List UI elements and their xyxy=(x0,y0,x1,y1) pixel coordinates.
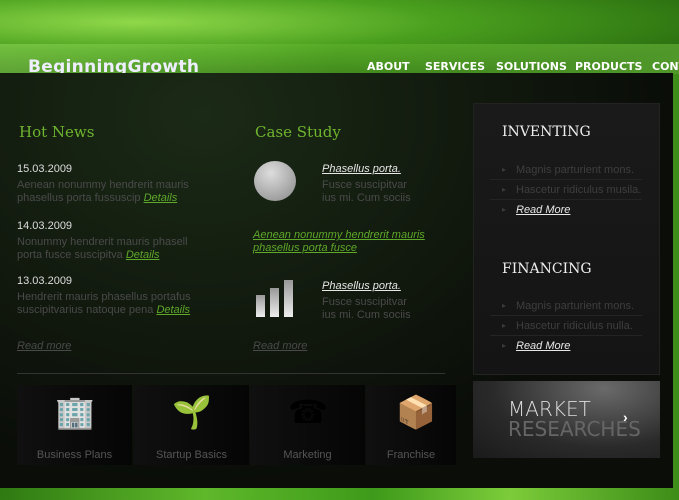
hot-news-title: Hot News xyxy=(19,123,95,141)
banner-line2: RESEARCHES xyxy=(508,417,641,441)
speech-bubble-icon xyxy=(254,161,296,201)
logo[interactable]: BeginningGrowth xyxy=(28,57,199,73)
case-study-read-more[interactable]: Read more xyxy=(253,340,307,353)
case-study-title: Case Study xyxy=(255,123,341,141)
tile-franchise[interactable]: 📦 Franchise xyxy=(366,385,456,465)
news-text: Nonummy hendrerit mauris phasell porta fu… xyxy=(17,236,188,261)
news-text: Aenean nonummy hendrerit mauris phasellus… xyxy=(17,179,189,204)
financing-title: FINANCING xyxy=(502,261,592,277)
list-item: Read More xyxy=(490,200,642,220)
list-item[interactable]: Hascetur ridiculus musila. xyxy=(490,180,642,200)
details-link[interactable]: Details xyxy=(156,304,190,316)
skyscraper-icon: 🏢 xyxy=(55,394,95,430)
divider xyxy=(17,373,445,374)
nav-contacts[interactable]: CONTACTS xyxy=(652,60,679,73)
case-link[interactable]: Phasellus porta. xyxy=(322,280,401,292)
nav-solutions[interactable]: SOLUTIONS xyxy=(496,60,567,73)
news-text: Hendrerit mauris phasellus portafus susci… xyxy=(17,291,191,316)
case-text: Fusce suscipitvar ius mi. Cum sociis xyxy=(322,296,411,321)
bar-chart-icon xyxy=(256,277,296,327)
sidebar-panel: INVENTING Magnis parturient mons. Hascet… xyxy=(473,103,660,375)
nav-products[interactable]: PRODUCTS xyxy=(575,60,642,73)
crate-icon: 📦 xyxy=(396,394,436,430)
footer-banner xyxy=(0,488,679,500)
tile-business-plans[interactable]: 🏢 Business Plans xyxy=(17,385,132,465)
banner-line1: MARKET xyxy=(508,397,591,421)
details-link[interactable]: Details xyxy=(144,192,178,204)
list-item[interactable]: Magnis parturient mons. xyxy=(490,160,642,180)
list-item[interactable]: Hascetur ridiculus nulla. xyxy=(490,316,642,336)
case-link[interactable]: Phasellus porta. xyxy=(322,163,401,175)
market-researches-banner[interactable]: MARKET RESEARCHES › xyxy=(473,381,660,458)
details-link[interactable]: Details xyxy=(126,249,160,261)
telephone-icon: ☎ xyxy=(288,394,328,430)
news-date: 13.03.2009 xyxy=(17,275,73,287)
list-item[interactable]: Magnis parturient mons. xyxy=(490,296,642,316)
sprout-icon: 🌱 xyxy=(172,394,212,430)
chevron-right-icon: › xyxy=(623,409,628,425)
read-more-link[interactable]: Read More xyxy=(516,340,570,352)
case-study-link: Aenean nonummy hendrerit mauris phasellus… xyxy=(253,229,425,254)
news-date: 15.03.2009 xyxy=(17,163,73,175)
hot-news-read-more[interactable]: Read more xyxy=(17,340,71,353)
nav-about[interactable]: ABOUT xyxy=(367,60,410,73)
inventing-title: INVENTING xyxy=(502,124,591,140)
tile-startup-basics[interactable]: 🌱 Startup Basics xyxy=(134,385,249,465)
tile-marketing[interactable]: ☎ Marketing xyxy=(250,385,365,465)
nav-services[interactable]: SERVICES xyxy=(425,60,485,73)
read-more-link[interactable]: Read More xyxy=(516,204,570,216)
list-item: Read More xyxy=(490,336,642,356)
news-date: 14.03.2009 xyxy=(17,220,73,232)
case-text: Fusce suscipitvar ius mi. Cum sociis xyxy=(322,179,411,204)
